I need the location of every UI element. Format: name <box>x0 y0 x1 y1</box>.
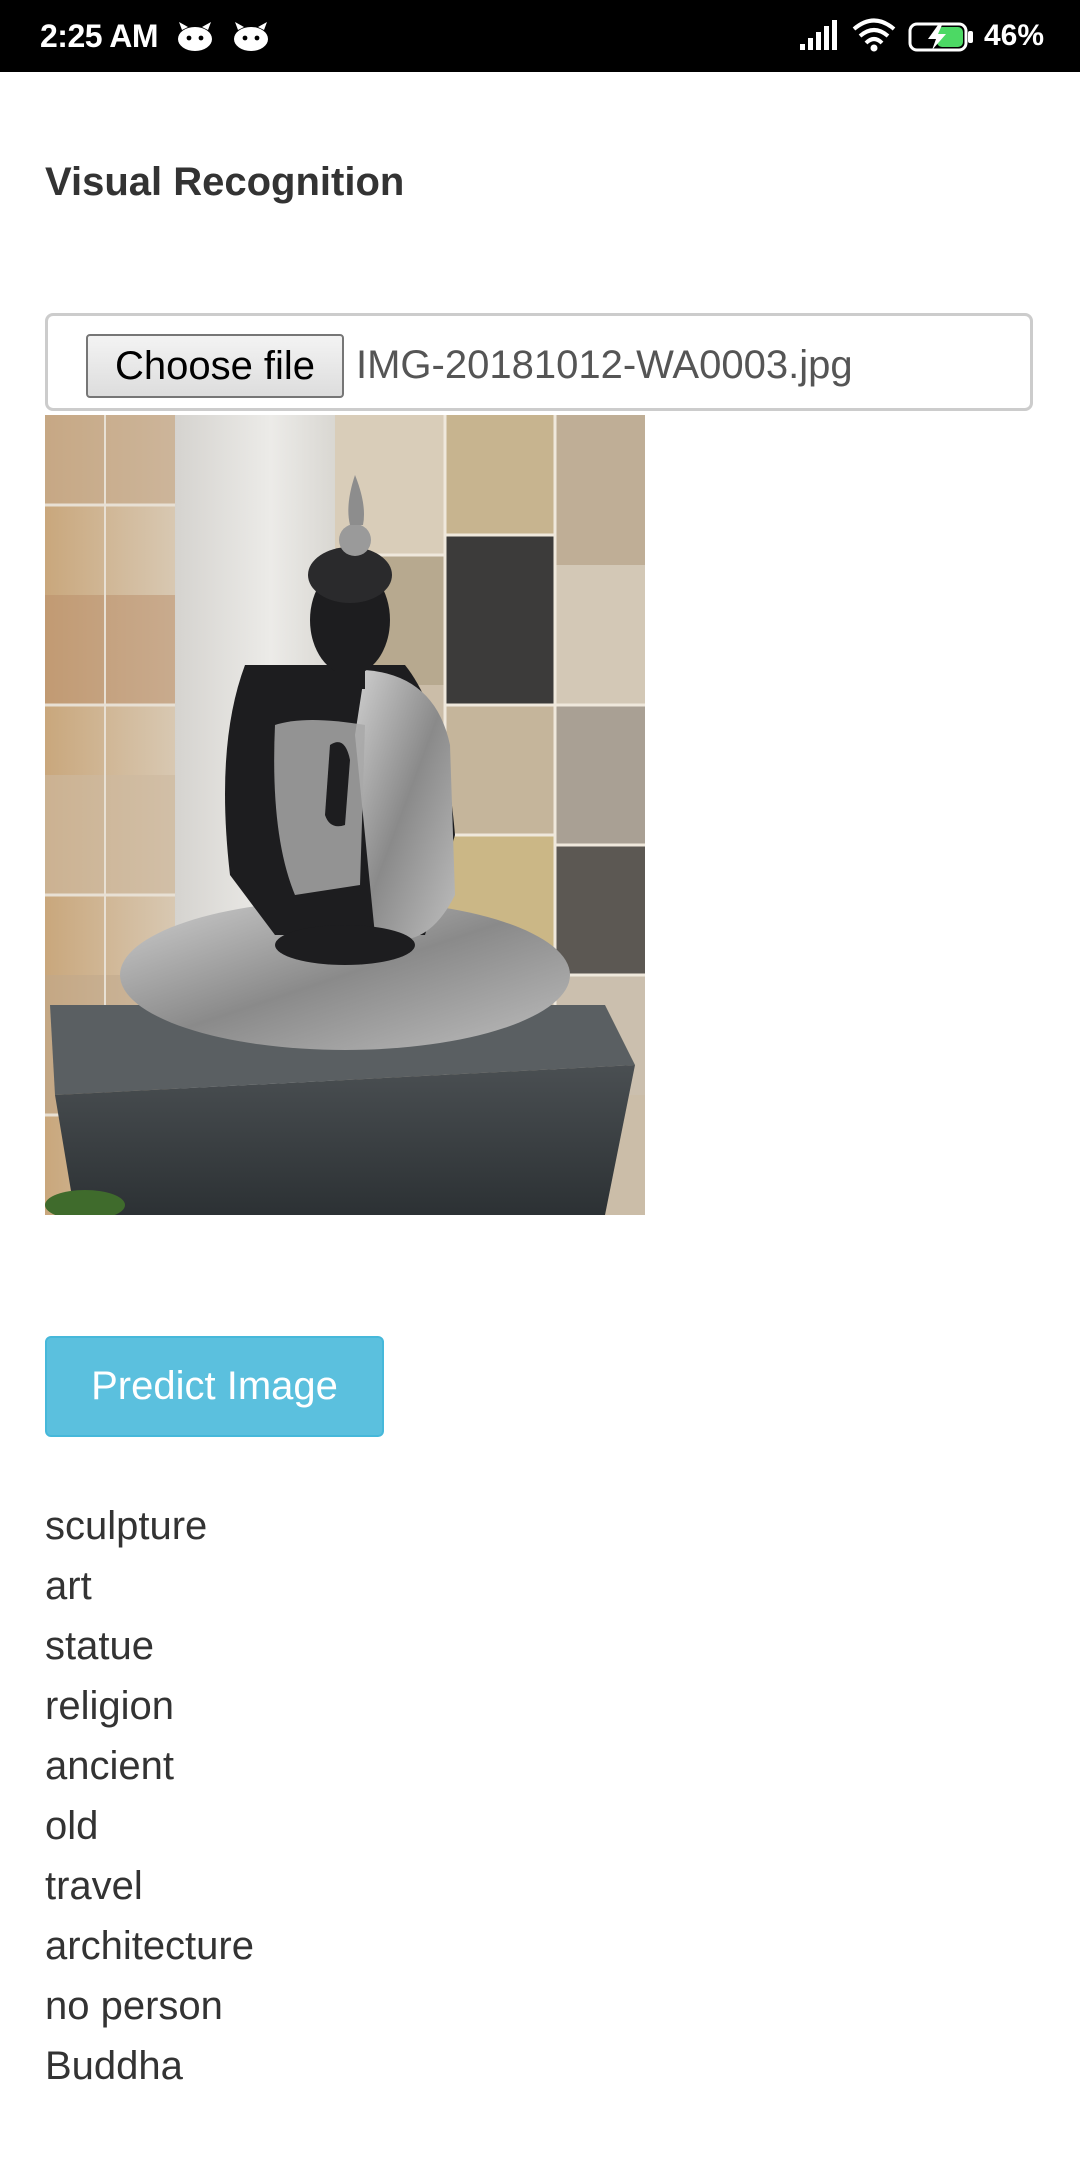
prediction-item: travel <box>45 1864 143 1908</box>
prediction-item: religion <box>45 1684 174 1728</box>
status-bar: 2:25 AM 46% <box>0 0 1080 72</box>
android-notification-icon <box>178 22 212 51</box>
android-notification-icon <box>234 22 268 51</box>
prediction-list: sculpture art statue religion ancient ol… <box>45 1496 254 2096</box>
page-title: Visual Recognition <box>45 160 405 204</box>
prediction-item: old <box>45 1804 99 1848</box>
prediction-item: Buddha <box>45 2044 183 2088</box>
prediction-item: statue <box>45 1624 154 1668</box>
signal-icon <box>800 20 837 50</box>
predict-image-button[interactable]: Predict Image <box>45 1336 384 1437</box>
prediction-item: sculpture <box>45 1504 208 1548</box>
battery-percentage: 46% <box>984 19 1045 52</box>
prediction-item: art <box>45 1564 92 1608</box>
prediction-item: architecture <box>45 1924 254 1968</box>
image-preview <box>45 415 645 1215</box>
prediction-item: no person <box>45 1984 223 2028</box>
file-input[interactable]: Choose file IMG-20181012-WA0003.jpg <box>45 313 1033 411</box>
prediction-item: ancient <box>45 1744 174 1788</box>
selected-file-name: IMG-20181012-WA0003.jpg <box>356 343 853 387</box>
status-time: 2:25 AM <box>40 18 159 54</box>
battery-charging-icon <box>908 22 973 52</box>
wifi-icon <box>852 18 896 52</box>
choose-file-button[interactable]: Choose file <box>86 334 344 398</box>
